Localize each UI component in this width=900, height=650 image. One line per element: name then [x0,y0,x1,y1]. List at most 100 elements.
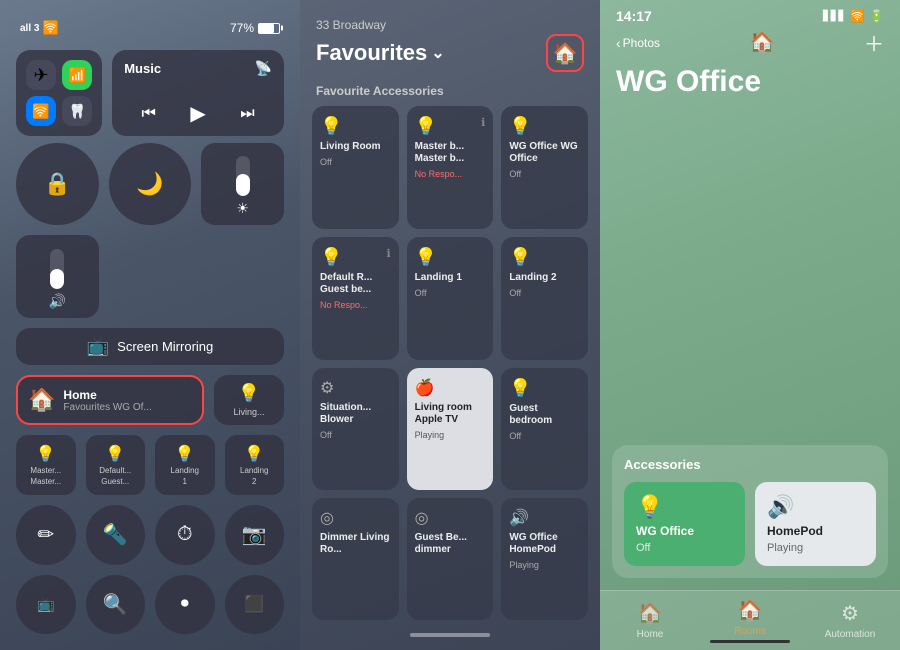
fav-tile-appletv[interactable]: 🍎 Living room Apple TV Playing [407,368,494,491]
fav-default-status: No Respo... [320,300,391,310]
tab-automation-icon: ⚙ [841,601,859,626]
prev-button[interactable]: ⏮ [141,105,155,123]
home-header: 33 Broadway Favourites ⌄ 🏠 [300,0,600,80]
fav-tile-guest-bedroom[interactable]: 💡 Guest bedroom Off [501,368,588,491]
airplane-mode-button[interactable]: ✈ [26,60,56,90]
fav-tile-homepod[interactable]: 🔊 WG Office HomePod Playing [501,498,588,620]
landing1-tile[interactable]: 💡 Landing 1 [155,435,215,495]
wg-title: WG Office [600,61,900,107]
living-room-tile[interactable]: 💡 Living... [214,375,284,425]
default-label2: Guest... [101,477,129,486]
home-title-row: Favourites ⌄ 🏠 [316,34,584,72]
qr-button[interactable]: ⬛ [225,575,285,635]
cc-tools-row1: ✏ 🔦 ⏱ 📷 [16,505,284,565]
cc-accessories-row: 💡 Master... Master... 💡 Default... Guest… [16,435,284,495]
wg-home-center-icon[interactable]: 🏠 [750,30,775,55]
landing2-tile[interactable]: 💡 Landing 2 [225,435,285,495]
tab-home[interactable]: 🏠 Home [600,591,700,650]
fav-landing2-status: Off [509,288,580,298]
wg-time: 14:17 [616,8,652,24]
note-button[interactable]: ✏ [16,505,76,565]
wg-add-button[interactable]: ＋ [864,28,884,57]
screen-mirroring-label: Screen Mirroring [117,339,213,354]
favourites-dropdown-button[interactable]: Favourites ⌄ [316,40,445,66]
network-tile[interactable]: ✈ 📶 🛜 🦷 [16,50,102,136]
wg-homepod-tile[interactable]: 🔊 HomePod Playing [755,482,876,566]
favourites-title: Favourites [316,40,427,66]
home-house-icon: 🏠 [28,387,55,413]
living-room-light-icon: 💡 [320,116,342,137]
fav-tile-landing2[interactable]: 💡 Landing 2 Off [501,237,588,360]
play-button[interactable]: ▶ [190,101,205,126]
bluetooth-button[interactable]: 🦷 [62,96,92,126]
next-button[interactable]: ⏭ [240,105,254,123]
screen-mirroring-button[interactable]: 📺 Screen Mirroring [16,328,284,365]
tab-rooms[interactable]: 🏠 Rooms [700,591,800,650]
wg-status-bar: 14:17 ▋▋▋ 🛜 🔋 [600,0,900,24]
landing2-light-icon: 💡 [509,247,580,268]
cc-tools-row2: 📺 🔍 ⏺ ⬛ [16,575,284,635]
blower-icon: ⚙ [320,378,391,398]
master-tile[interactable]: 💡 Master... Master... [16,435,76,495]
fav-guest-status: Off [509,431,580,441]
default-light-icon: 💡 [320,247,342,268]
do-not-disturb-button[interactable]: 🌙 [109,143,192,226]
home-indicator [410,633,490,637]
timer-button[interactable]: ⏱ [155,505,215,565]
wg-office-acc-status: Off [636,542,733,554]
remote-button[interactable]: 📺 [16,575,76,635]
fav-landing1-name: Landing 1 [415,272,486,284]
airplay-icon[interactable]: 📡 [255,60,272,77]
wg-office-light-tile[interactable]: 💡 WG Office Off [624,482,745,566]
brightness-slider[interactable]: ☀ [201,143,284,226]
fav-tile-guest-dimmer[interactable]: ◎ Guest Be... dimmer [407,498,494,620]
wg-back-button[interactable]: ‹ Photos [616,35,660,51]
torch-button[interactable]: 🔦 [86,505,146,565]
rotation-lock-button[interactable]: 🔒 [16,143,99,226]
master-icon: 💡 [36,444,56,464]
cellular-button[interactable]: 📶 [62,60,92,90]
fav-tile-dimmer[interactable]: ◎ Dimmer Living Ro... [312,498,399,620]
home-button[interactable]: 🏠 Home Favourites WG Of... [16,375,204,425]
fav-tile-default[interactable]: 💡 ℹ Default R... Guest be... No Respo... [312,237,399,360]
volume-slider[interactable]: 🔊 [16,235,99,318]
wifi-button[interactable]: 🛜 [26,96,56,126]
tab-automation[interactable]: ⚙ Automation [800,591,900,650]
wg-nav-bar: ‹ Photos 🏠 ＋ [600,24,900,61]
tab-rooms-icon: 🏠 [738,598,763,623]
music-title: Music [124,61,161,76]
fav-landing1-status: Off [415,288,486,298]
magnify-button[interactable]: 🔍 [86,575,146,635]
fav-default-name: Default R... Guest be... [320,272,391,296]
fav-tile-blower[interactable]: ⚙ Situation... Blower Off [312,368,399,491]
landing1-num: 1 [183,477,187,486]
fav-tile-landing1[interactable]: 💡 Landing 1 Off [407,237,494,360]
wg-acc-title: Accessories [624,457,876,472]
fav-blower-name: Situation... Blower [320,402,391,426]
wg-tab-bar: 🏠 Home 🏠 Rooms ⚙ Automation [600,590,900,650]
living-room-label: Living... [233,407,264,417]
battery-percent: 77% [230,21,254,35]
home-tile-title: Home [63,388,151,402]
chevron-down-icon: ⌄ [431,43,444,63]
landing1-icon: 💡 [175,444,195,464]
fav-tile-master[interactable]: 💡 ℹ Master b... Master b... No Respo... [407,106,494,229]
info-icon2[interactable]: ℹ [386,247,390,268]
fav-tile-living-room[interactable]: 💡 Living Room Off [312,106,399,229]
cc-home-row: 🏠 Home Favourites WG Of... 💡 Living... [16,375,284,425]
tab-indicator [710,640,790,643]
back-chevron-icon: ‹ [616,35,621,51]
music-tile[interactable]: Music 📡 ⏮ ▶ ⏭ [112,50,284,136]
wg-homepod-acc-name: HomePod [767,524,864,538]
fav-master-name: Master b... Master b... [415,141,486,165]
fav-tile-wg-office[interactable]: 💡 WG Office WG Office Off [501,106,588,229]
default-tile[interactable]: 💡 Default... Guest... [86,435,146,495]
dimmer-icon: ◎ [320,508,391,528]
camera-button[interactable]: 📷 [225,505,285,565]
cc-top-grid: ✈ 📶 🛜 🦷 Music 📡 ⏮ ▶ ⏭ [16,50,284,133]
appletv-icon: 🍎 [415,378,486,398]
home-top-icon-button[interactable]: 🏠 [546,34,584,72]
invert-button[interactable]: ⏺ [155,575,215,635]
cc-row2: 🔒 🌙 ☀ 🔊 [16,143,284,318]
info-icon[interactable]: ℹ [481,116,485,137]
